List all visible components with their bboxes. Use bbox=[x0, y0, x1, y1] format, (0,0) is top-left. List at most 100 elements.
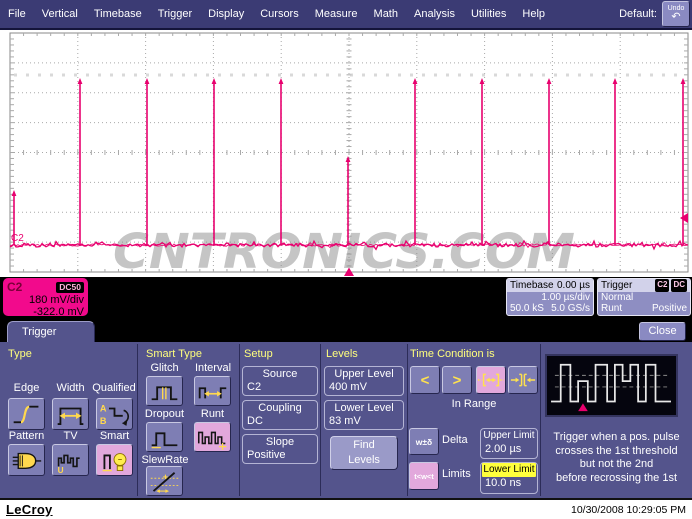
timebase-descriptor[interactable]: Timebase 0.00 µs 1.00 µs/div 50.0 kS5.0 … bbox=[506, 278, 594, 316]
timebase-samples: 50.0 kS bbox=[510, 303, 544, 314]
tv-icon: U bbox=[54, 446, 87, 474]
type-smart-button[interactable] bbox=[96, 444, 133, 476]
menu-vertical[interactable]: Vertical bbox=[34, 8, 86, 20]
smart-glitch-button[interactable] bbox=[146, 376, 183, 406]
setup-section-header: Setup bbox=[244, 348, 273, 360]
find-levels-button[interactable]: Find Levels bbox=[330, 436, 398, 470]
runt-trigger-diagram bbox=[545, 354, 678, 417]
trigger-slope: Positive bbox=[652, 303, 687, 314]
condition-out-of-range-button[interactable] bbox=[508, 366, 538, 394]
coupling-label: Coupling bbox=[243, 401, 317, 415]
channel-trace-label: C2 bbox=[11, 233, 24, 244]
divider bbox=[320, 344, 321, 496]
delta-icon: w±δ bbox=[416, 437, 432, 447]
lower-level-label: Lower Level bbox=[325, 401, 403, 415]
slewrate-icon bbox=[148, 468, 181, 494]
menu-timebase[interactable]: Timebase bbox=[86, 8, 150, 20]
oscilloscope-screen: File Vertical Timebase Trigger Display C… bbox=[0, 0, 692, 519]
type-width-button[interactable] bbox=[52, 398, 89, 430]
trigger-source-badge: C2 bbox=[655, 279, 669, 292]
delta-mode-button[interactable]: w±δ bbox=[409, 428, 439, 455]
dialog-tab-row: Trigger Close bbox=[0, 320, 692, 342]
condition-less-than-button[interactable]: < bbox=[410, 366, 440, 394]
menu-measure[interactable]: Measure bbox=[307, 8, 366, 20]
trigger-level-marker[interactable] bbox=[680, 213, 688, 223]
tv-label: TV bbox=[52, 430, 89, 442]
slewrate-label: SlewRate bbox=[140, 454, 190, 466]
status-strip: C2 DC50 180 mV/div -322.0 mV Timebase 0.… bbox=[0, 277, 692, 320]
menu-utilities[interactable]: Utilities bbox=[463, 8, 514, 20]
timebase-delay: 0.00 µs bbox=[557, 279, 590, 292]
description-line: before recrossing the 1st bbox=[543, 472, 690, 486]
in-range-icon bbox=[477, 367, 505, 393]
lower-level-field[interactable]: Lower Level 83 mV bbox=[324, 400, 404, 430]
svg-text:B: B bbox=[100, 416, 107, 426]
slope-field[interactable]: Slope Positive bbox=[242, 434, 318, 464]
coupling-field[interactable]: Coupling DC bbox=[242, 400, 318, 430]
upper-level-field[interactable]: Upper Level 400 mV bbox=[324, 366, 404, 396]
divider bbox=[137, 344, 138, 496]
default-label: Default: bbox=[619, 8, 657, 20]
upper-limit-field[interactable]: Upper Limit 2.00 µs bbox=[480, 428, 538, 459]
menu-bar: File Vertical Timebase Trigger Display C… bbox=[0, 0, 692, 30]
lower-limit-label: Lower Limit bbox=[482, 463, 536, 477]
menu-math[interactable]: Math bbox=[366, 8, 406, 20]
trigger-descriptor[interactable]: Trigger C2 DC Normal RuntPositive bbox=[597, 278, 691, 316]
width-label: Width bbox=[52, 382, 89, 394]
timebase-title: Timebase bbox=[510, 279, 554, 292]
channel-offset: -322.0 mV bbox=[7, 306, 84, 318]
interval-label: Interval bbox=[191, 362, 235, 374]
svg-text:U: U bbox=[58, 466, 64, 474]
runt-label: Runt bbox=[194, 408, 231, 420]
smart-dropout-button[interactable] bbox=[146, 422, 183, 452]
pattern-label: Pattern bbox=[2, 430, 51, 442]
lower-limit-field[interactable]: Lower Limit 10.0 ns bbox=[480, 462, 538, 494]
channel-coupling-badge: DC50 bbox=[56, 282, 84, 293]
coupling-value: DC bbox=[243, 415, 317, 428]
undo-button[interactable]: Undo ↶ bbox=[662, 1, 690, 27]
menu-help[interactable]: Help bbox=[514, 8, 553, 20]
type-tv-button[interactable]: U bbox=[52, 444, 89, 476]
source-value: C2 bbox=[243, 381, 317, 394]
glitch-icon bbox=[148, 378, 181, 404]
tab-trigger[interactable]: Trigger bbox=[7, 321, 95, 342]
runt-icon bbox=[196, 424, 229, 450]
waveform-plot: CNTRONICS.COMC2 bbox=[0, 30, 692, 277]
divider bbox=[407, 344, 408, 496]
trigger-dialog: Trigger Close Type Edge Width Qualified bbox=[0, 320, 692, 498]
trigger-panel-title: Trigger bbox=[601, 279, 632, 292]
smart-interval-button[interactable] bbox=[194, 376, 231, 406]
menu-cursors[interactable]: Cursors bbox=[252, 8, 307, 20]
width-icon bbox=[54, 400, 87, 428]
source-label: Source bbox=[243, 367, 317, 381]
diagram-trigger-marker bbox=[578, 403, 588, 411]
waveform-display-area: CNTRONICS.COMC2 bbox=[0, 30, 692, 277]
levels-section-header: Levels bbox=[326, 348, 358, 360]
type-pattern-button[interactable] bbox=[8, 444, 45, 476]
limits-mode-button[interactable]: t<w<t bbox=[409, 462, 439, 490]
greater-than-icon: > bbox=[453, 372, 462, 389]
condition-in-range-button[interactable] bbox=[476, 366, 506, 394]
pattern-gate-icon bbox=[10, 446, 43, 474]
dropout-label: Dropout bbox=[141, 408, 188, 420]
channel-c2-descriptor[interactable]: C2 DC50 180 mV/div -322.0 mV bbox=[3, 278, 88, 316]
menu-analysis[interactable]: Analysis bbox=[406, 8, 463, 20]
menu-display[interactable]: Display bbox=[200, 8, 252, 20]
type-edge-button[interactable] bbox=[8, 398, 45, 430]
lower-limit-value: 10.0 ns bbox=[481, 477, 537, 490]
channel-name: C2 bbox=[7, 280, 22, 294]
type-section-header: Type bbox=[8, 348, 32, 360]
edge-icon bbox=[10, 400, 43, 428]
menu-file[interactable]: File bbox=[0, 8, 34, 20]
type-qualified-button[interactable]: A B bbox=[96, 398, 133, 430]
close-button[interactable]: Close bbox=[639, 322, 686, 341]
condition-greater-than-button[interactable]: > bbox=[442, 366, 472, 394]
smart-slewrate-button[interactable] bbox=[146, 466, 183, 496]
upper-level-value: 400 mV bbox=[325, 381, 403, 394]
find-levels-line1: Find bbox=[331, 438, 397, 453]
trigger-description: Trigger when a pos. pulse crosses the 1s… bbox=[543, 431, 690, 485]
smart-runt-button[interactable] bbox=[194, 422, 231, 452]
source-field[interactable]: Source C2 bbox=[242, 366, 318, 396]
menu-trigger[interactable]: Trigger bbox=[150, 8, 200, 20]
interval-icon bbox=[196, 378, 229, 404]
